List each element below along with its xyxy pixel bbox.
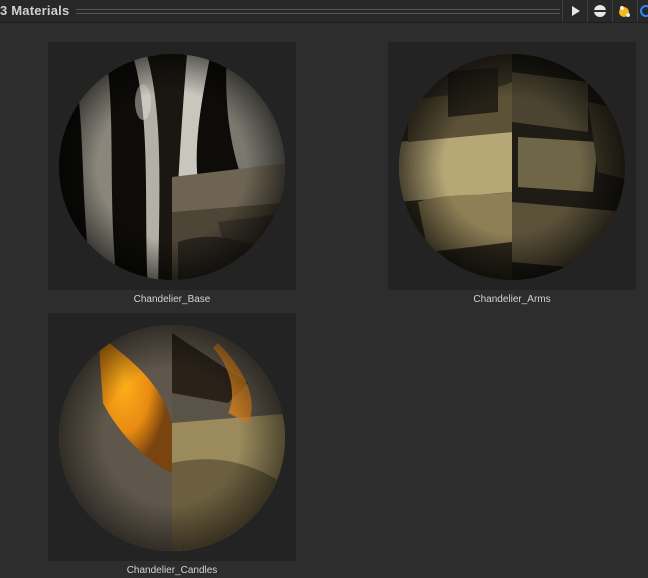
material-sphere-candles [59,325,285,551]
panel-title: 3 Materials [0,3,70,18]
material-thumbnail-candles[interactable] [48,313,296,561]
play-icon [572,6,580,16]
material-label: Chandelier_Candles [126,565,218,576]
header-separator [637,0,638,22]
more-button[interactable] [639,1,648,21]
sphere-icon [594,5,606,17]
material-sphere-base [59,54,285,280]
play-button[interactable] [564,1,586,21]
header-divider [76,9,560,14]
header-separator [612,0,613,22]
panel-header: 3 Materials [0,0,648,23]
material-thumbnail-base[interactable] [48,42,296,290]
material-sphere-arms [399,54,625,280]
material-label: Chandelier_Base [133,294,211,305]
header-separator [562,0,563,22]
more-icon [640,5,648,17]
material-label: Chandelier_Arms [473,294,551,305]
header-separator [587,0,588,22]
lights-icon [619,6,630,17]
material-thumbnail-arms[interactable] [388,42,636,290]
lights-button[interactable] [614,1,636,21]
sphere-preview-button[interactable] [589,1,611,21]
